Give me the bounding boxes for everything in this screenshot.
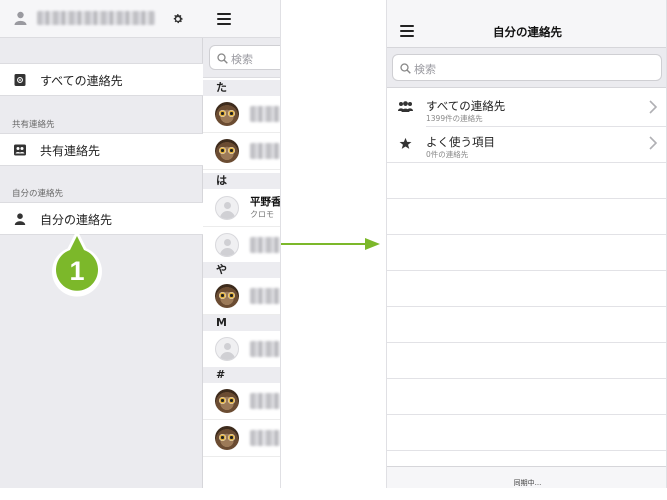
account-name-redacted (37, 11, 155, 25)
contact-avatar (215, 337, 239, 361)
contact-avatar (215, 233, 239, 257)
divider (387, 306, 666, 307)
account-header (0, 0, 203, 38)
contact-name-redacted (250, 341, 280, 357)
divider (387, 162, 666, 163)
contact-name-redacted (250, 143, 280, 159)
person-icon (14, 213, 26, 225)
search-input[interactable]: 検索 (392, 54, 662, 81)
contact-name-redacted (250, 106, 280, 122)
sidebar-item-label: 共有連絡先 (40, 144, 101, 158)
list-item[interactable] (203, 331, 280, 368)
contact-avatar (215, 389, 239, 413)
list-item[interactable]: 平野香 クロモ (203, 190, 281, 227)
group-icon (398, 101, 413, 112)
list-item[interactable] (203, 420, 280, 457)
step-callout-badge: 1 (52, 229, 102, 297)
divider (387, 450, 666, 451)
list-item[interactable] (203, 383, 280, 420)
divider (387, 342, 666, 343)
address-book-icon (14, 74, 26, 86)
list-item-favorites[interactable]: よく使う項目 0件の連絡先 (387, 126, 666, 162)
row-subtitle: 1399件の連絡先 (426, 114, 483, 123)
sidebar-item-all-contacts[interactable]: すべての連絡先 (0, 63, 203, 96)
list-item[interactable] (203, 227, 280, 264)
contact-name-redacted (250, 430, 280, 446)
transition-arrow-icon (281, 238, 380, 250)
index-header: # (203, 367, 280, 383)
contact-avatar (215, 426, 239, 450)
search-placeholder: 検索 (231, 53, 253, 66)
search-bar: 検索 (387, 48, 666, 88)
list-item[interactable] (203, 133, 280, 170)
sync-status-text: 同期中... (513, 479, 542, 487)
contact-avatar (215, 284, 239, 308)
list-item[interactable] (203, 96, 280, 133)
divider (387, 198, 666, 199)
search-input[interactable]: 検索 (209, 45, 280, 70)
row-label: よく使う項目 (426, 135, 495, 149)
page-title: 自分の連絡先 (493, 25, 562, 39)
search-icon (217, 53, 228, 64)
list-item-all-contacts[interactable]: すべての連絡先 1399件の連絡先 (387, 90, 666, 126)
contact-name-redacted (250, 237, 280, 253)
contact-subtitle: クロモ (250, 210, 274, 219)
section-header-shared: 共有連絡先 (12, 120, 55, 130)
sidebar-item-label: すべての連絡先 (40, 74, 123, 88)
index-header: や (203, 262, 280, 278)
divider (387, 270, 666, 271)
contact-name: 平野香 (250, 196, 281, 208)
sidebar-item-label: 自分の連絡先 (40, 213, 113, 227)
list-header (203, 0, 280, 38)
star-icon (399, 137, 412, 149)
contact-avatar (215, 102, 239, 126)
contact-avatar (215, 196, 239, 220)
index-header: M (203, 315, 280, 331)
list-item[interactable] (203, 278, 280, 315)
shared-contacts-icon (14, 144, 26, 156)
my-contacts-panel: 自分の連絡先 検索 すべての連絡先 1399件の連絡先 よく使う項目 0件の連絡… (386, 0, 667, 488)
contact-name-redacted (250, 288, 280, 304)
index-header: は (203, 173, 280, 189)
divider (387, 378, 666, 379)
contact-name-redacted (250, 393, 280, 409)
gear-icon[interactable] (172, 13, 184, 25)
search-placeholder: 検索 (414, 63, 436, 76)
account-avatar-icon[interactable] (14, 11, 27, 25)
search-icon (400, 63, 411, 74)
search-bar: 検索 (203, 38, 280, 78)
divider (387, 414, 666, 415)
contact-list-panel: 検索 た は 平野香 クロモ や M # (203, 0, 281, 488)
sidebar-item-shared-contacts[interactable]: 共有連絡先 (0, 133, 203, 166)
row-subtitle: 0件の連絡先 (426, 150, 469, 159)
contact-avatar (215, 139, 239, 163)
chevron-right-icon (649, 100, 658, 114)
step-number: 1 (69, 256, 84, 286)
section-header-mine: 自分の連絡先 (12, 189, 64, 199)
chevron-right-icon (649, 136, 658, 150)
row-label: すべての連絡先 (426, 99, 506, 113)
index-header: た (203, 80, 280, 96)
divider (387, 234, 666, 235)
menu-icon[interactable] (217, 13, 231, 25)
